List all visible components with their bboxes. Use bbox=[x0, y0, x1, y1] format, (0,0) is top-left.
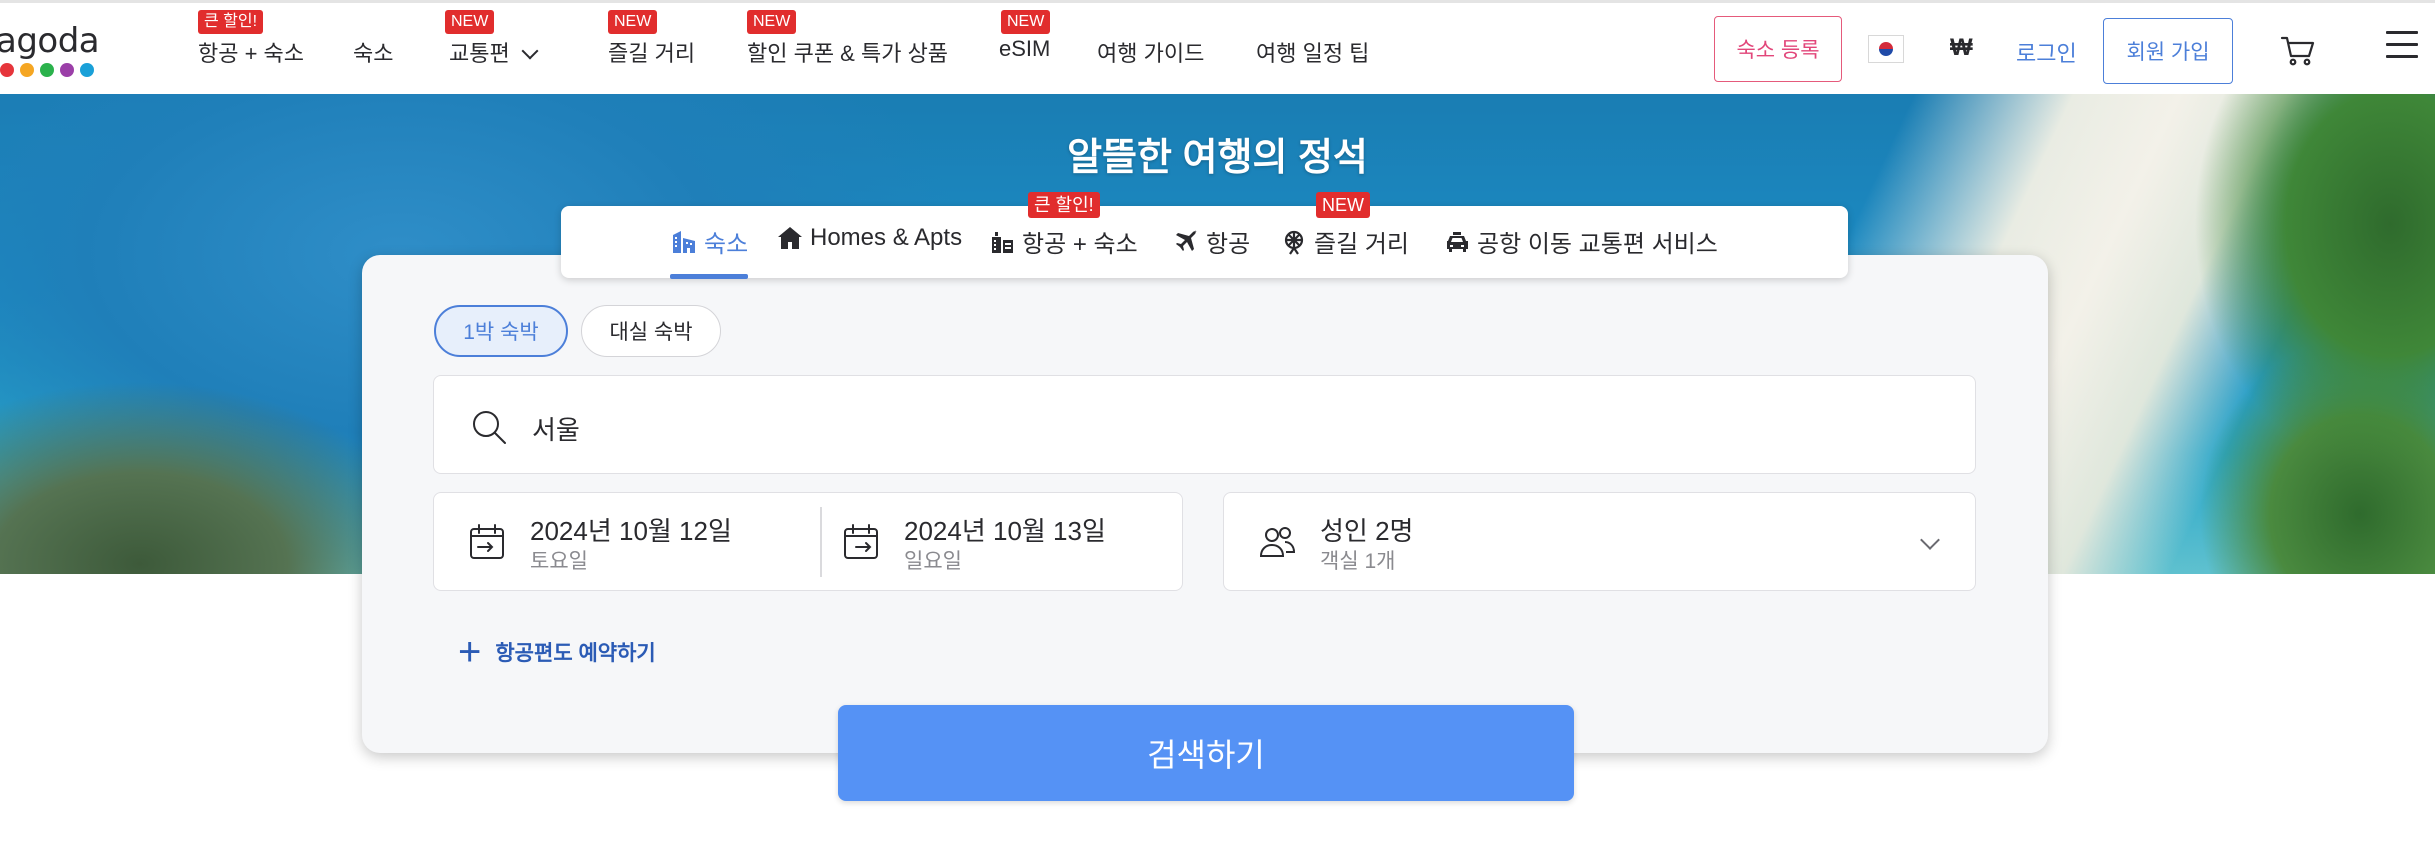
nav-item-transport[interactable]: NEW 교통편 bbox=[445, 10, 539, 68]
search-panel: 1박 숙박 대실 숙박 서울 2024년 10월 12일 토요일 2024년 1… bbox=[362, 255, 2048, 753]
people-icon bbox=[1259, 527, 1296, 557]
logo-dot bbox=[40, 63, 54, 77]
nav-item-label: 즐길 거리 bbox=[608, 41, 696, 66]
new-badge: NEW bbox=[1316, 192, 1370, 218]
language-flag-icon[interactable] bbox=[1868, 35, 1904, 63]
nav-item-label: eSIM bbox=[999, 36, 1051, 61]
add-flight-button[interactable]: + 항공편도 예약하기 bbox=[458, 630, 656, 674]
signup-button[interactable]: 회원 가입 bbox=[2103, 18, 2233, 84]
overnight-stay-toggle[interactable]: 1박 숙박 bbox=[434, 305, 568, 357]
tab-homes-apts[interactable]: Homes & Apts bbox=[776, 224, 962, 252]
add-flight-label: 항공편도 예약하기 bbox=[495, 642, 656, 665]
nav-item-label: 할인 쿠폰 & 특가 상품 bbox=[747, 41, 949, 66]
top-navigation-bar: agoda 큰 할인! 항공 + 숙소 숙소 NEW 교통편 NEW 즐길 거리… bbox=[0, 0, 2435, 94]
checkin-date-field[interactable]: 2024년 10월 12일 토요일 bbox=[434, 493, 820, 592]
search-button[interactable]: 검색하기 bbox=[838, 705, 1574, 801]
date-range-picker: 2024년 10월 12일 토요일 2024년 10월 13일 일요일 bbox=[433, 492, 1183, 591]
nav-item-travel-guide[interactable]: 여행 가이드 bbox=[1097, 36, 1204, 68]
tab-label: 항공 + 숙소 bbox=[1022, 231, 1138, 258]
tab-label: 공항 이동 교통편 서비스 bbox=[1477, 231, 1718, 258]
logo-dots bbox=[0, 63, 94, 77]
tab-flights[interactable]: 항공 bbox=[1172, 224, 1250, 259]
car-icon bbox=[1447, 231, 1468, 252]
tab-label: Homes & Apts bbox=[810, 224, 963, 251]
airplane-icon bbox=[1176, 229, 1197, 251]
tab-activities[interactable]: NEW 즐길 거리 bbox=[1280, 192, 1409, 259]
nav-item-flight-hotel[interactable]: 큰 할인! 항공 + 숙소 bbox=[198, 10, 305, 68]
checkout-date: 2024년 10월 13일 bbox=[904, 516, 1106, 546]
tab-flight-hotel[interactable]: 큰 할인! 항공 + 숙소 bbox=[988, 192, 1138, 259]
logo-dot bbox=[80, 63, 94, 77]
tab-label: 항공 bbox=[1206, 231, 1251, 258]
register-property-button[interactable]: 숙소 등록 bbox=[1714, 16, 1842, 82]
logo-dot bbox=[0, 63, 14, 77]
tab-airport-transfer[interactable]: 공항 이동 교통편 서비스 bbox=[1443, 224, 1718, 259]
menu-icon-bar bbox=[2386, 43, 2418, 46]
logo-dot bbox=[60, 63, 74, 77]
rooms-count: 객실 1개 bbox=[1320, 550, 1396, 573]
plus-icon: + bbox=[458, 630, 482, 674]
tab-label: 숙소 bbox=[704, 231, 749, 258]
currency-selector[interactable]: ₩ bbox=[1950, 34, 1973, 62]
hero-title: 알뜰한 여행의 정석 bbox=[1067, 137, 1368, 179]
calendar-checkout-icon bbox=[844, 524, 878, 559]
nav-item-esim[interactable]: NEW eSIM bbox=[999, 10, 1051, 62]
guests-count: 성인 2명 bbox=[1320, 516, 1414, 546]
ferris-wheel-icon bbox=[1284, 230, 1304, 255]
destination-value: 서울 bbox=[532, 415, 580, 445]
search-icon bbox=[473, 411, 506, 444]
login-link[interactable]: 로그인 bbox=[2016, 36, 2077, 68]
nav-item-activities[interactable]: NEW 즐길 거리 bbox=[608, 10, 696, 68]
chevron-down-icon bbox=[521, 42, 539, 60]
house-icon bbox=[778, 227, 802, 249]
agoda-logo[interactable]: agoda bbox=[0, 21, 110, 81]
checkout-weekday: 일요일 bbox=[904, 550, 962, 573]
nav-item-itinerary-tips[interactable]: 여행 일정 팁 bbox=[1256, 36, 1369, 68]
checkout-date-field[interactable]: 2024년 10월 13일 일요일 bbox=[808, 493, 1184, 592]
chevron-down-icon bbox=[1920, 530, 1940, 550]
nav-item-label: 여행 일정 팁 bbox=[1256, 41, 1370, 66]
calendar-checkin-icon bbox=[470, 524, 504, 559]
nav-item-label: 항공 + 숙소 bbox=[198, 41, 305, 66]
new-badge: NEW bbox=[445, 10, 495, 34]
logo-dot bbox=[20, 63, 34, 77]
nav-item-label: 여행 가이드 bbox=[1097, 41, 1205, 66]
nav-item-label: 교통편 bbox=[449, 41, 510, 66]
destination-search-input[interactable]: 서울 bbox=[433, 375, 1976, 474]
shopping-cart-icon[interactable] bbox=[2280, 35, 2316, 67]
guests-rooms-selector[interactable]: 성인 2명 객실 1개 bbox=[1223, 492, 1976, 591]
sale-badge: 큰 할인! bbox=[198, 10, 264, 34]
menu-icon[interactable] bbox=[2386, 31, 2418, 63]
building-icon bbox=[673, 230, 695, 253]
new-badge: NEW bbox=[608, 10, 658, 34]
tab-label: 즐길 거리 bbox=[1314, 231, 1409, 258]
new-badge: NEW bbox=[1001, 10, 1051, 34]
checkin-weekday: 토요일 bbox=[530, 550, 588, 573]
tab-hotels[interactable]: 숙소 bbox=[670, 224, 749, 279]
nav-item-label: 숙소 bbox=[353, 41, 394, 66]
korea-flag-emblem bbox=[1879, 42, 1893, 56]
day-use-stay-toggle[interactable]: 대실 숙박 bbox=[581, 305, 721, 357]
sale-badge: 큰 할인! bbox=[1028, 192, 1100, 218]
checkin-date: 2024년 10월 12일 bbox=[530, 516, 732, 546]
logo-wordmark: agoda bbox=[0, 21, 100, 61]
hotel-luggage-icon bbox=[992, 231, 1013, 253]
product-tabs: 숙소 Homes & Apts 큰 할인! 항공 + 숙소 항공 NEW 즐길 … bbox=[561, 192, 1848, 279]
new-badge: NEW bbox=[747, 10, 797, 34]
menu-icon-bar bbox=[2386, 31, 2418, 34]
nav-item-deals[interactable]: NEW 할인 쿠폰 & 특가 상품 bbox=[747, 10, 949, 68]
menu-icon-bar bbox=[2386, 55, 2418, 58]
nav-item-hotels[interactable]: 숙소 bbox=[353, 36, 393, 68]
